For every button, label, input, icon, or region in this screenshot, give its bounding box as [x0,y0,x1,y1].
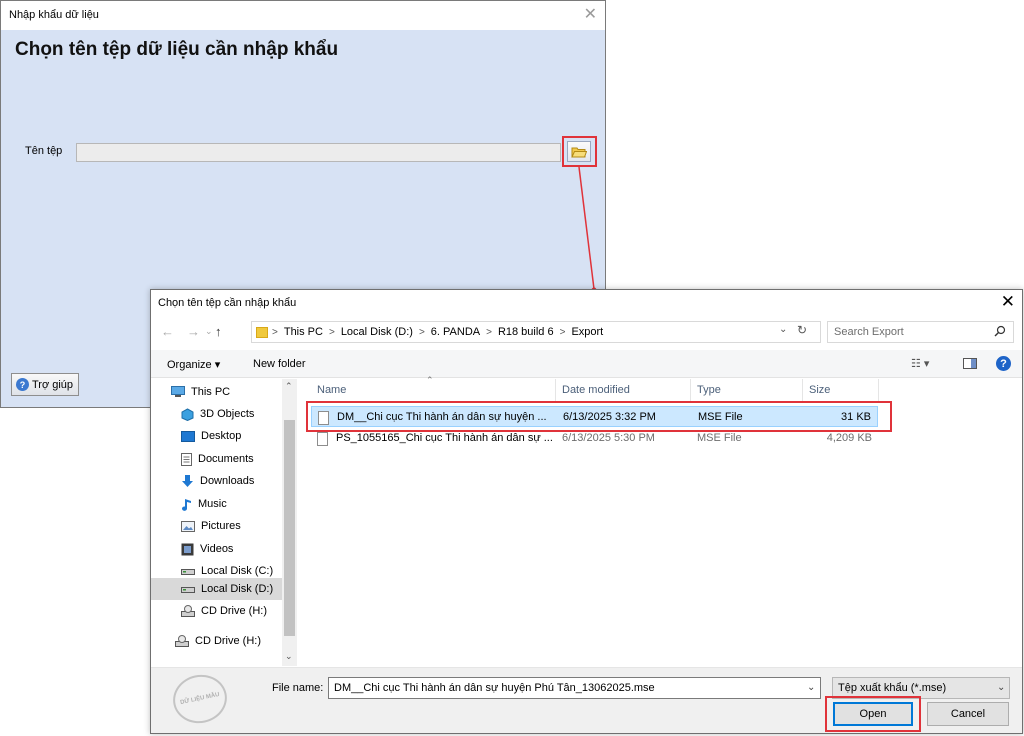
picture-icon [181,520,195,532]
refresh-icon[interactable]: ↻ [797,323,807,337]
breadcrumb-r18-build[interactable]: R18 build 6 [498,326,554,338]
drive-icon [181,587,195,593]
sort-up-icon: ⌃ [426,375,434,385]
scroll-up-icon[interactable]: ⌃ [285,381,293,392]
back-arrow-icon[interactable]: ← [161,324,174,339]
import-window-title: Nhập khẩu dữ liệu [9,9,99,21]
document-icon [181,452,192,466]
nav-item-this-pc[interactable]: This PC [171,381,291,403]
address-bar[interactable]: > This PC > Local Disk (D:) > 6. PANDA >… [251,321,821,343]
help-icon[interactable]: ? [996,356,1011,371]
nav-item-label: Documents [198,453,254,465]
nav-item-label: Local Disk (C:) [201,565,274,577]
preview-pane-icon[interactable] [963,358,977,369]
search-icon[interactable] [994,325,1006,337]
file-name: PS_1055165_Chi cục Thi hành án dân sự ..… [336,432,553,444]
page-title: Chọn tên tệp dữ liệu cần nhập khẩu [15,39,339,60]
column-divider[interactable] [802,379,803,401]
breadcrumb-export[interactable]: Export [571,326,603,338]
pc-icon [171,386,185,397]
video-icon [181,543,194,555]
column-divider[interactable] [690,379,691,401]
file-list-header: ⌃ Name Date modified Type Size [307,375,1022,401]
file-icon [317,432,328,446]
column-type[interactable]: Type [697,384,721,396]
cube-icon [181,407,194,421]
file-name-label: Tên tệp [25,145,63,157]
nav-item-label: 3D Objects [200,408,255,420]
import-window-titlebar: Nhập khẩu dữ liệu ✕ [1,1,605,30]
help-button-label: Trợ giúp [32,378,74,391]
drive-icon [181,569,195,575]
search-input[interactable]: Search Export [827,321,1014,343]
up-arrow-icon[interactable]: ↑ [215,324,222,339]
column-date-modified[interactable]: Date modified [562,384,630,396]
breadcrumb-separator: > [418,326,425,338]
column-divider[interactable] [878,379,879,401]
nav-item-label: Videos [200,543,234,555]
breadcrumb-separator: > [559,326,566,338]
browse-button[interactable] [567,141,591,162]
organize-menu[interactable]: Organize ▾ [167,358,220,371]
open-file-dialog: Chọn tên tệp cần nhập khẩu ✕ ← → ↑ ⌄ > T… [150,289,1023,734]
breadcrumb-local-disk-d[interactable]: Local Disk (D:) [341,326,413,338]
nav-item-label: CD Drive (H:) [195,635,261,647]
nav-item-label: This PC [191,386,231,398]
download-icon [182,474,193,487]
file-path-input[interactable] [76,143,561,162]
column-divider[interactable] [555,379,556,401]
navigation-pane: This PC 3D Objects Desktop Documents Dow… [151,379,297,666]
close-icon[interactable]: ✕ [584,5,597,25]
breadcrumb-separator: > [272,326,278,338]
file-size: 4,209 KB [826,432,872,444]
cd-icon [181,605,195,617]
forward-arrow-icon[interactable]: → [187,324,200,339]
nav-item-label: Pictures [201,520,241,532]
file-name-input[interactable]: DM__Chi cục Thi hành án dân sự huyện Phú… [328,677,821,699]
nav-scrollbar-thumb[interactable] [284,420,295,636]
breadcrumb-separator: > [328,326,335,338]
nav-item-local-disk-d[interactable]: Local Disk (D:) [151,578,297,600]
nav-item-label: Desktop [201,430,242,442]
file-row-highlight-box [306,401,892,432]
nav-item-label: Music [198,498,227,510]
music-icon [182,498,191,511]
close-icon[interactable]: ✕ [1001,292,1015,312]
breadcrumb-separator: > [486,326,492,338]
breadcrumb-panda[interactable]: 6. PANDA [431,326,480,338]
breadcrumb-this-pc[interactable]: This PC [284,326,323,338]
nav-item-label: Downloads [200,475,255,487]
nav-item-label: Local Disk (D:) [201,583,274,595]
folder-open-icon [571,147,587,157]
cd-icon [175,635,189,647]
file-name-label: File name: [272,682,324,694]
scroll-down-icon[interactable]: ⌄ [285,651,293,662]
view-options-icon[interactable]: ☷ ▾ [911,357,929,370]
dialog-toolbar: Organize ▾ New folder ☷ ▾ ? [151,350,1022,378]
help-icon: ? [16,378,29,391]
file-type: MSE File [697,432,742,444]
file-date: 6/13/2025 5:30 PM [562,432,655,444]
column-size[interactable]: Size [809,384,830,396]
help-button[interactable]: ? Trợ giúp [11,373,79,396]
folder-icon [256,326,268,338]
cancel-button[interactable]: Cancel [927,702,1009,726]
recent-dropdown-icon[interactable]: ⌄ [205,326,213,337]
chevron-down-icon[interactable]: ⌄ [779,324,787,335]
new-folder-button[interactable]: New folder [253,358,306,370]
column-name[interactable]: Name [317,384,346,396]
stamp-text: DỮ LIỆU MẪU [179,691,221,707]
open-button[interactable]: Open [833,702,913,726]
dialog-title: Chọn tên tệp cần nhập khẩu [158,297,297,309]
nav-item-label: CD Drive (H:) [201,605,267,617]
nav-item-cd-drive-root[interactable]: CD Drive (H:) [175,630,295,652]
desktop-icon [181,430,195,442]
chevron-down-icon[interactable]: ⌄ [997,682,1005,693]
chevron-down-icon[interactable]: ⌄ [807,682,815,693]
